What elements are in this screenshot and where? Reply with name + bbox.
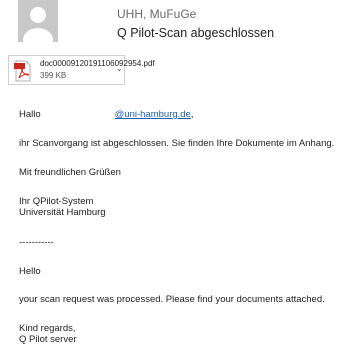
email-link[interactable]: @uni-hamburg.de [115, 109, 191, 120]
attachment-size: 399 KB [40, 71, 67, 80]
person-icon [18, 0, 58, 42]
message-en: your scan request was processed. Please … [19, 294, 325, 305]
avatar [18, 0, 58, 42]
message-de: ihr Scanvorgang ist abgeschlossen. Sie f… [19, 138, 335, 149]
greeting-de: Hallo [19, 109, 41, 120]
closing-de: Mit freundlichen Grüßen [19, 167, 121, 178]
email-subject: Q Pilot-Scan abgeschlossen [117, 26, 275, 40]
attachment-filename: doc00009120191106092954.pdf [40, 59, 155, 68]
signature-de-2: Universität Hamburg [19, 207, 106, 218]
email-header: UHH, MuFuGe Q Pilot-Scan abgeschlossen [0, 0, 353, 50]
email-suffix: , [190, 109, 194, 120]
divider-text: ----------- [19, 237, 54, 248]
attachment-card[interactable]: doc00009120191106092954.pdf 399 KB ⌄ [8, 55, 155, 85]
signature-en-1: Q Pilot server [19, 334, 77, 345]
pdf-icon [14, 60, 32, 82]
greeting-de-line: Hallo @uni-hamburg.de, [19, 109, 193, 121]
greeting-en: Hello [19, 266, 41, 277]
chevron-down-icon[interactable]: ⌄ [116, 64, 123, 73]
sender-name: UHH, MuFuGe [117, 7, 197, 21]
